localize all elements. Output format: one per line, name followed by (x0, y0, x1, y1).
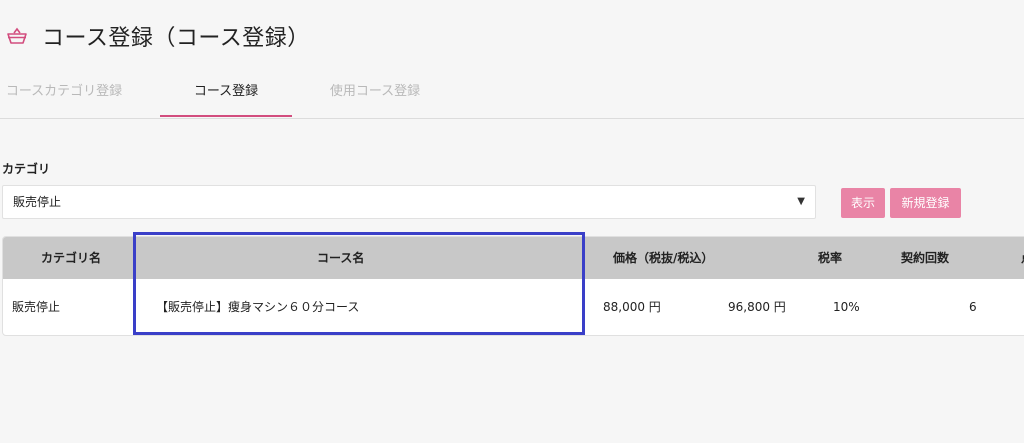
page-header: コース登録（コース登録） (0, 18, 310, 54)
table-header: カテゴリ名 コース名 価格（税抜/税込） 税率 契約回数 点 (3, 237, 1024, 279)
show-button[interactable]: 表示 (841, 188, 885, 218)
category-select[interactable]: 販売停止 ▼ (2, 185, 816, 219)
header-category: カテゴリ名 (41, 251, 102, 265)
row-course-name: 【販売停止】痩身マシン６０分コース (156, 300, 360, 314)
tab-course-register[interactable]: コース登録 (160, 72, 292, 117)
row-price-in: 96,800 円 (728, 300, 786, 314)
row-category: 販売停止 (12, 300, 61, 314)
tab-course-category[interactable]: コースカテゴリ登録 (0, 72, 128, 116)
header-course-name: コース名 (317, 251, 365, 265)
new-register-button[interactable]: 新規登録 (890, 188, 961, 218)
category-select-value: 販売停止 (13, 195, 62, 209)
header-tax-rate: 税率 (818, 251, 843, 265)
row-contracts: 6 (969, 300, 977, 314)
page-title: コース登録（コース登録） (42, 26, 310, 51)
chevron-down-icon: ▼ (797, 196, 805, 207)
basket-icon (6, 25, 28, 47)
header-price: 価格（税抜/税込） (613, 251, 714, 265)
row-price-ex: 88,000 円 (603, 300, 661, 314)
tab-used-course[interactable]: 使用コース登録 (320, 72, 430, 116)
row-tax-rate: 10% (833, 300, 860, 314)
tab-bar: コースカテゴリ登録 コース登録 使用コース登録 (0, 72, 1024, 119)
category-label: カテゴリ (2, 162, 51, 176)
header-contracts: 契約回数 (901, 251, 950, 265)
course-table: カテゴリ名 コース名 価格（税抜/税込） 税率 契約回数 点 販売停止 【販売停… (2, 236, 1024, 336)
